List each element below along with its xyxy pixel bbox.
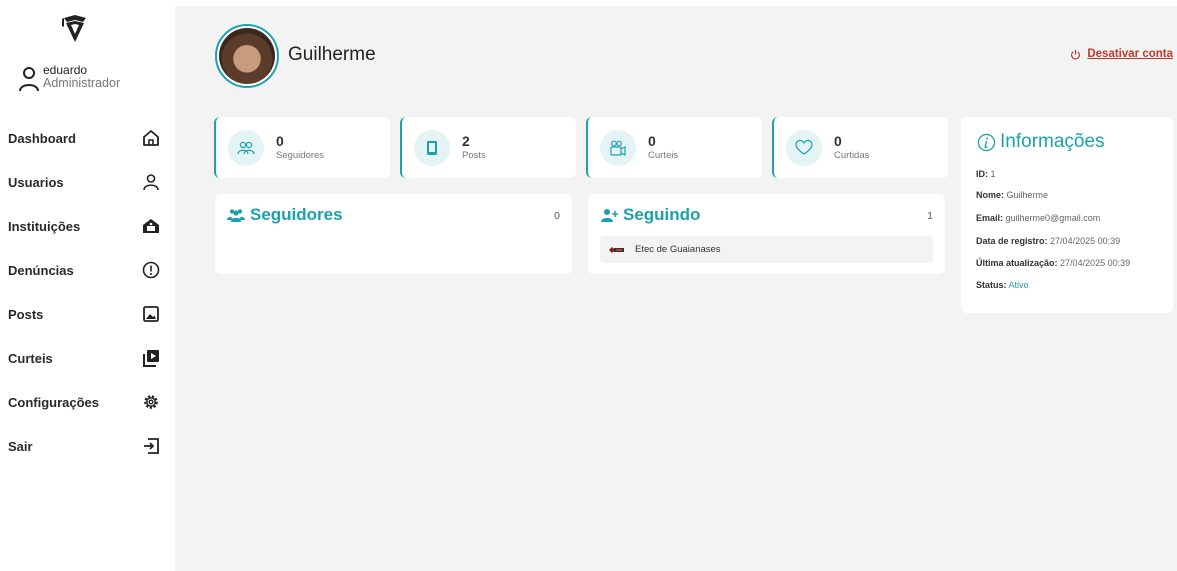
info-status-value: Ativo	[1008, 280, 1029, 290]
followers-title: Seguidores	[227, 205, 343, 225]
info-status: Status: Ativo	[976, 280, 1029, 290]
sidebar-item-denuncias[interactable]: Denúncias	[8, 248, 160, 292]
video-icon	[142, 349, 160, 367]
sidebar-nav: Dashboard Usuarios Instituições Denúncia…	[8, 116, 160, 468]
info-updated: Última atualização: 27/04/2025 00:39	[976, 258, 1130, 268]
info-email-label: Email:	[976, 213, 1004, 223]
tablet-icon	[414, 129, 450, 166]
info-updated-value: 27/04/2025 00:39	[1060, 258, 1131, 268]
info-id: ID: 1	[976, 169, 996, 179]
following-panel: Seguindo 1 Etec de Guaianases	[588, 194, 945, 274]
followers-title-text: Seguidores	[250, 205, 343, 224]
sidebar-item-configuracoes[interactable]: Configurações	[8, 380, 160, 424]
following-title: Seguindo	[600, 205, 700, 225]
sidebar-item-label: Posts	[8, 306, 44, 322]
stat-label: Curtidas	[834, 149, 870, 161]
sidebar-item-sair[interactable]: Sair	[8, 424, 160, 468]
logout-icon	[142, 437, 160, 455]
followers-count: 0	[554, 210, 560, 222]
info-email-value: guilherme0@gmail.com	[1005, 213, 1101, 223]
user-info: eduardo Administrador	[18, 64, 120, 92]
sidebar-item-curteis[interactable]: Curteis	[8, 336, 160, 380]
sidebar-item-label: Sair	[8, 438, 33, 454]
stat-value: 0	[834, 132, 842, 149]
sidebar-item-label: Instituições	[8, 218, 81, 234]
info-title-text: Informações	[1000, 131, 1105, 152]
info-title: Informações	[977, 131, 1105, 153]
sidebar-item-label: Denúncias	[8, 262, 74, 278]
profile-name: Guilherme	[288, 44, 376, 65]
followers-panel: Seguidores 0	[215, 194, 572, 274]
stat-card-curtidas: 0 Curtidas	[772, 117, 948, 178]
users-group-icon	[227, 209, 245, 222]
alert-icon	[142, 261, 160, 279]
sidebar-item-dashboard[interactable]: Dashboard	[8, 116, 160, 160]
sidebar-item-label: Dashboard	[8, 130, 76, 146]
following-title-text: Seguindo	[623, 205, 701, 224]
info-created-label: Data de registro:	[976, 236, 1048, 246]
info-name-value: Guilherme	[1006, 190, 1049, 200]
info-status-label: Status:	[976, 280, 1007, 290]
sidebar-item-label: Usuarios	[8, 174, 64, 190]
info-created: Data de registro: 27/04/2025 00:39	[976, 236, 1120, 246]
info-updated-label: Última atualização:	[976, 258, 1058, 268]
power-icon	[1071, 49, 1081, 59]
following-item[interactable]: Etec de Guaianases	[600, 236, 933, 263]
info-email: Email: guilherme0@gmail.com	[976, 213, 1100, 223]
user-plus-icon	[601, 209, 618, 222]
sidebar: eduardo Administrador Dashboard Usuarios…	[0, 0, 175, 571]
info-created-value: 27/04/2025 00:39	[1050, 236, 1121, 246]
image-icon	[142, 305, 160, 323]
info-panel: Informações ID: 1 Nome: Guilherme Email:…	[961, 117, 1173, 313]
user-role: Administrador	[43, 76, 121, 90]
stat-card-posts: 2 Posts	[400, 117, 576, 178]
info-name-label: Nome:	[976, 190, 1005, 200]
deactivate-label: Desativar conta	[1087, 48, 1173, 60]
info-name: Nome: Guilherme	[976, 190, 1048, 200]
video-camera-icon	[600, 129, 636, 166]
heart-icon	[786, 129, 822, 166]
following-count: 1	[927, 210, 933, 222]
stat-value: 2	[462, 132, 470, 149]
stat-label: Seguidores	[276, 149, 325, 161]
info-icon	[977, 133, 996, 151]
stat-card-curteis: 0 Curteis	[586, 117, 762, 178]
stat-value: 0	[648, 132, 656, 149]
sidebar-item-instituicoes[interactable]: Instituições	[8, 204, 160, 248]
stat-label: Curteis	[648, 149, 679, 161]
home-icon	[142, 129, 160, 147]
sidebar-item-usuarios[interactable]: Usuarios	[8, 160, 160, 204]
sidebar-item-posts[interactable]: Posts	[8, 292, 160, 336]
gear-icon	[142, 393, 160, 411]
stat-label: Posts	[462, 149, 486, 161]
stat-card-seguidores: 0 Seguidores	[214, 117, 390, 178]
info-id-value: 1	[990, 169, 996, 179]
institution-logo-icon	[609, 246, 624, 253]
info-id-label: ID:	[976, 169, 988, 179]
sidebar-item-label: Configurações	[8, 394, 100, 410]
profile-photo	[219, 28, 275, 84]
profile-avatar	[215, 24, 279, 88]
stat-value: 0	[276, 132, 284, 149]
following-item-name: Etec de Guaianases	[635, 244, 721, 255]
app-logo-icon	[62, 15, 86, 42]
user-avatar-icon	[19, 67, 39, 92]
user-icon	[142, 173, 160, 191]
followers-icon	[228, 129, 264, 166]
main-content: Guilherme Desativar conta 0 Seguidores 2…	[175, 6, 1177, 571]
deactivate-account-link[interactable]: Desativar conta	[1070, 48, 1173, 60]
institution-icon	[142, 217, 160, 235]
sidebar-item-label: Curteis	[8, 350, 53, 366]
